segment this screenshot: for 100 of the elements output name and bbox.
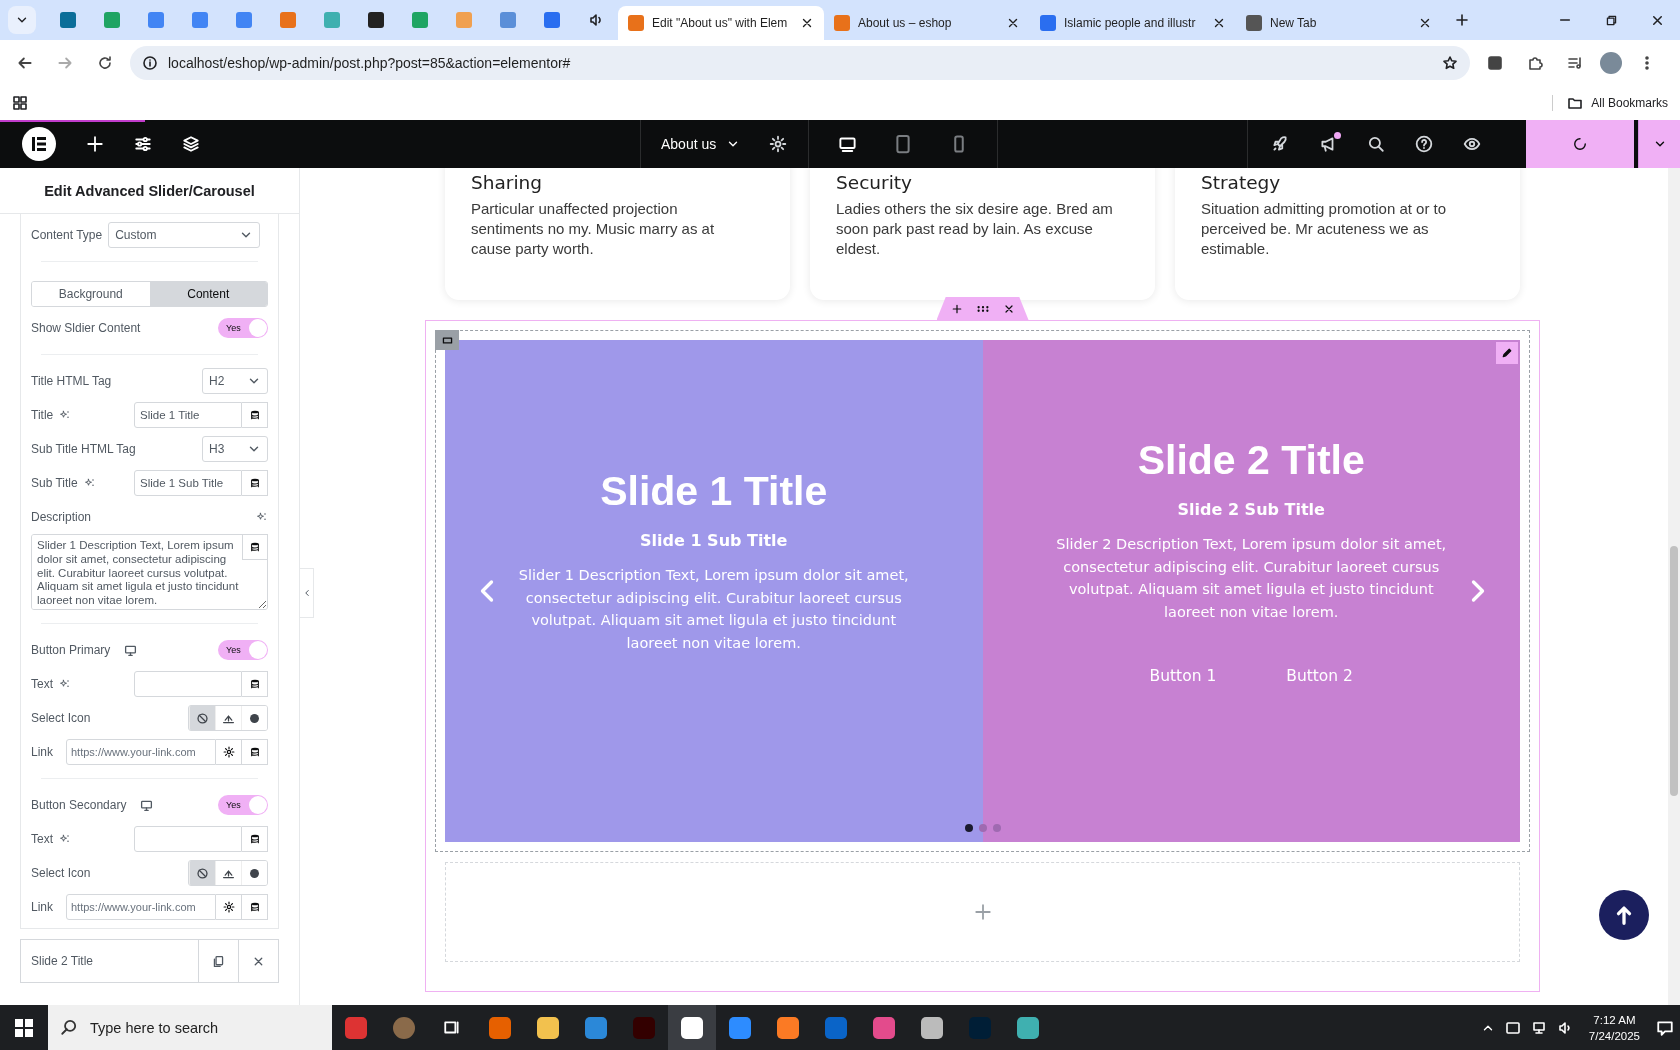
add-element-button[interactable] — [973, 903, 992, 921]
dynamic-tags-button[interactable] — [242, 739, 268, 765]
icon-choice-button[interactable] — [189, 861, 215, 885]
container-handle[interactable] — [435, 330, 459, 350]
panel-title: Edit Advanced Slider/Carousel — [0, 168, 299, 214]
clock-date: 7/24/2025 — [1588, 1028, 1640, 1044]
dropdown[interactable]: H2 — [202, 368, 268, 394]
url-field[interactable]: https://www.your-link.com — [66, 894, 216, 920]
app-icon — [921, 1016, 943, 1039]
field-label: Sub Title — [31, 476, 78, 490]
field-label: Title HTML Tag — [31, 374, 112, 388]
dynamic-tags-button[interactable] — [242, 534, 268, 560]
dynamic-tags-button[interactable] — [242, 671, 268, 697]
browser-tab[interactable]: Islamic people and illustr — [1030, 6, 1236, 40]
clock-time: 7:12 AM — [1593, 1012, 1636, 1028]
site-icon — [1040, 15, 1056, 31]
scroll-to-top-button[interactable] — [1599, 890, 1649, 940]
slide-title: Slide 2 Title — [1137, 437, 1365, 484]
speaker-icon — [588, 12, 604, 28]
star-icon — [1442, 54, 1458, 71]
text-field[interactable]: Slide 1 Sub Title — [134, 470, 242, 496]
slide-subtitle: Slide 1 Sub Title — [640, 531, 788, 550]
taskbar-search-field[interactable]: Type here to search — [48, 1005, 332, 1050]
field-label: Show Sldier Content — [31, 321, 141, 335]
settings-icon — [222, 746, 235, 758]
info-icon — [142, 54, 158, 71]
card-text: Particular unaffected projection sentiments no my. Music marry as at cause party worth. — [471, 199, 716, 259]
avatar[interactable] — [1600, 51, 1622, 74]
logo-icon — [29, 134, 49, 154]
plus-icon — [1454, 12, 1470, 28]
address-bar[interactable]: localhost/eshop/wp-admin/post.php?post=85&action=elementor# — [130, 45, 1470, 80]
segment-tab[interactable]: Content — [149, 282, 267, 306]
dynamic-tags-button[interactable] — [242, 470, 268, 496]
field-label: Content Type — [31, 228, 103, 242]
layers-icon — [182, 135, 200, 153]
pagination-dot[interactable] — [992, 824, 1001, 832]
browser-tab[interactable]: New Tab — [1236, 6, 1442, 40]
slide-description: Slider 1 Description Text, Lorem ipsum dolor sit amet, consectetur adipiscing elit. Curabitur laoreet cursus volutpat. Aliquam sit amet ligula et justo tincidunt laoreet non vitae lorem. — [517, 566, 910, 653]
plus-icon — [950, 302, 963, 315]
app-icon — [729, 1016, 751, 1039]
field-label: Description — [31, 510, 92, 524]
icon-choice-button[interactable] — [189, 706, 215, 730]
description-field[interactable]: Slider 1 Description Text, Lorem ipsum dolor sit amet, consectetur adipiscing elit. Curabitur laoreet cursus volutpat. Aliquam sit amet ligula et justo tincidunt laoreet non vitae lorem. — [31, 534, 268, 610]
database-icon — [248, 833, 261, 845]
app-icon — [1017, 1016, 1039, 1039]
toggle-switch[interactable]: Yes — [218, 318, 268, 338]
site-icon — [628, 15, 644, 31]
pagination-dot[interactable] — [964, 824, 973, 832]
settings-icon — [222, 901, 235, 913]
circle-icon — [248, 711, 261, 725]
pencil-icon — [1501, 347, 1513, 359]
app-icon — [489, 1016, 511, 1039]
dynamic-tags-button[interactable] — [242, 894, 268, 920]
field-label: Sub Title HTML Tag — [31, 442, 136, 456]
url-field[interactable]: https://www.your-link.com — [66, 739, 216, 765]
reload-icon — [97, 54, 113, 71]
dynamic-tags-button[interactable] — [242, 826, 268, 852]
text-field[interactable]: Slide 1 Title — [134, 402, 242, 428]
dropdown[interactable]: Custom — [108, 222, 261, 248]
database-icon — [248, 409, 261, 421]
puzzle-icon — [1527, 54, 1543, 71]
text-field[interactable] — [134, 671, 242, 697]
browser-tab[interactable]: Edit "About us" with Elem — [618, 6, 824, 40]
toggle-switch[interactable]: Yes — [218, 795, 268, 815]
search-icon — [1367, 135, 1385, 153]
bookmarks-link[interactable]: All Bookmarks — [1591, 95, 1668, 110]
slide-title: Slide 1 Title — [600, 468, 828, 515]
field-label: Button Secondary — [31, 798, 127, 812]
taskbar-app[interactable] — [668, 1005, 716, 1050]
app-icon — [537, 1016, 559, 1039]
circle-icon — [248, 866, 261, 880]
edit-widget-button[interactable] — [1496, 342, 1518, 364]
database-icon — [248, 746, 261, 758]
search-icon — [60, 1018, 78, 1036]
app-icon — [681, 1016, 703, 1039]
copy-icon — [212, 954, 225, 968]
app-icon[interactable] — [345, 1016, 367, 1039]
tray-icon — [1504, 1019, 1521, 1036]
elementor-logo[interactable] — [22, 127, 56, 161]
scrollbar-thumb[interactable] — [1670, 546, 1678, 796]
link-options-button[interactable] — [216, 894, 242, 920]
field-label: Link — [31, 745, 53, 759]
eye-icon — [1463, 135, 1481, 153]
slide-description: Slider 2 Description Text, Lorem ipsum dolor sit amet, consectetur adipiscing elit. Curabitur laoreet cursus volutpat. Aliquam sit amet ligula et justo tincidunt laoreet non vitae lorem. — [1055, 535, 1448, 622]
icon-choice-button[interactable] — [241, 861, 267, 885]
repeater-item[interactable]: Slide 2 Title — [20, 939, 279, 983]
site-icon[interactable] — [368, 12, 384, 28]
icon-choice-button[interactable] — [241, 706, 267, 730]
url-text: localhost/eshop/wp-admin/post.php?post=85&action=elementor# — [168, 54, 572, 71]
dropdown[interactable]: H3 — [202, 436, 268, 462]
text-field[interactable] — [134, 826, 242, 852]
toggle-switch[interactable]: Yes — [218, 640, 268, 660]
site-icon — [1246, 15, 1262, 31]
card-text: Situation admitting promotion at or to perceived be. Mr acuteness we as estimable. — [1201, 199, 1448, 259]
browser-tab[interactable]: About us – eshop — [824, 6, 1030, 40]
dynamic-tags-button[interactable] — [242, 402, 268, 428]
database-icon — [248, 477, 261, 489]
pagination-dot[interactable] — [978, 824, 987, 832]
link-options-button[interactable] — [216, 739, 242, 765]
app-icon[interactable] — [393, 1016, 415, 1039]
